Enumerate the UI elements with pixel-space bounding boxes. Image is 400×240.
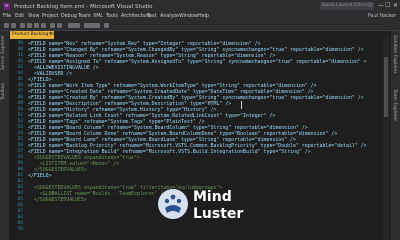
- text-cursor: [241, 101, 242, 109]
- line-number: 70: [17, 227, 23, 232]
- save-all-icon[interactable]: [41, 23, 46, 28]
- quick-launch-input[interactable]: Quick Launch (Ctrl+Q): [320, 2, 374, 10]
- menu-file[interactable]: File: [3, 13, 11, 21]
- server-explorer-tab[interactable]: Server Explorer: [1, 35, 6, 70]
- watermark-word-2: Luster: [193, 206, 244, 222]
- left-tool-tabs: Server Explorer Toolbox: [0, 31, 9, 240]
- menu-team[interactable]: Team: [78, 13, 91, 21]
- team-explorer-tab[interactable]: Team Explorer: [392, 89, 397, 121]
- title-bar: ∞ Product Backlog Item.xml - Microsoft V…: [0, 0, 400, 13]
- menu-project[interactable]: Project: [42, 13, 58, 21]
- configuration-dropdown[interactable]: [84, 23, 100, 28]
- start-debug-button[interactable]: [68, 23, 80, 28]
- right-tool-tabs: Solution Explorer Team Explorer: [391, 31, 400, 240]
- redo-icon[interactable]: [57, 23, 62, 28]
- mindluster-logo-icon: [158, 189, 188, 219]
- window-title: Product Backlog Item.xml - Microsoft Vis…: [14, 3, 153, 10]
- menu-window[interactable]: Window: [179, 13, 198, 21]
- document-tab[interactable]: Product Backlog Item.xml ✕: [10, 31, 70, 39]
- new-project-icon[interactable]: [20, 23, 25, 28]
- menu-debug[interactable]: Debug: [61, 13, 77, 21]
- code-line: </SUGGESTEDVALUES>: [28, 197, 87, 203]
- menu-architecture[interactable]: Architecture: [121, 13, 150, 21]
- solution-explorer-tab[interactable]: Solution Explorer: [392, 35, 397, 74]
- scrollbar-thumb[interactable]: [384, 57, 388, 117]
- signed-in-user[interactable]: Paul Hacker: [368, 13, 396, 21]
- save-icon[interactable]: [34, 23, 39, 28]
- mindluster-watermark: Mind Luster: [158, 185, 253, 227]
- undo-icon[interactable]: [50, 23, 55, 28]
- code-line: </FIELD>: [28, 173, 52, 179]
- toolbar: [0, 21, 400, 31]
- vertical-scrollbar[interactable]: [382, 39, 390, 240]
- minimize-button[interactable]: —: [378, 2, 384, 9]
- find-icon[interactable]: [104, 23, 109, 28]
- open-file-icon[interactable]: [27, 23, 32, 28]
- menu-tools[interactable]: Tools: [106, 13, 118, 21]
- menu-xml[interactable]: XML: [93, 13, 103, 21]
- toolbox-tab[interactable]: Toolbox: [1, 83, 6, 100]
- forward-icon[interactable]: [11, 23, 16, 28]
- watermark-word-1: Mind: [193, 189, 232, 205]
- menu-help[interactable]: Help: [198, 13, 209, 21]
- visual-studio-logo-icon: ∞: [3, 3, 10, 10]
- menu-analyze[interactable]: Analyze: [160, 13, 179, 21]
- close-tab-icon[interactable]: ✕: [48, 31, 52, 39]
- menu-bar: File Edit View Project Debug Team XML To…: [0, 13, 400, 21]
- back-icon[interactable]: [4, 23, 9, 28]
- menu-edit[interactable]: Edit: [15, 13, 24, 21]
- document-tab-label: Product Backlog Item.xml: [12, 32, 70, 37]
- menu-test[interactable]: Test: [147, 13, 156, 21]
- close-window-button[interactable]: ✕: [393, 2, 398, 9]
- menu-view[interactable]: View: [28, 13, 39, 21]
- maximize-button[interactable]: ☐: [385, 2, 390, 9]
- line-number-gutter: 39 40 41 42 43 44 45 46 47 48 49 50 51 5…: [10, 39, 26, 240]
